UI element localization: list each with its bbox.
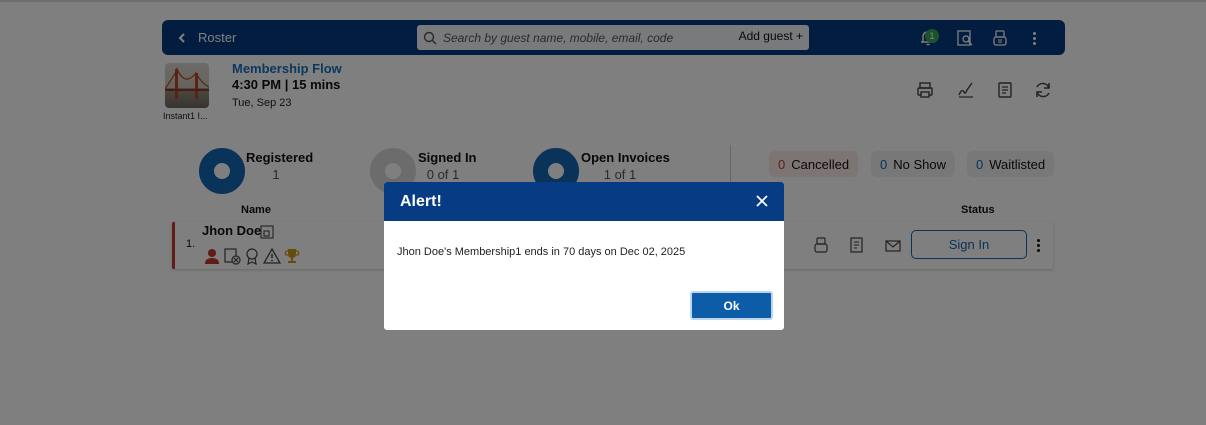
alert-title: Alert! [400, 192, 442, 210]
alert-header: Alert! [384, 182, 784, 221]
ok-button[interactable]: Ok [690, 291, 773, 320]
alert-message: Jhon Doe's Membership1 ends in 70 days o… [397, 246, 686, 258]
alert-dialog: Alert! Jhon Doe's Membership1 ends in 70… [384, 182, 784, 330]
close-icon[interactable] [754, 193, 770, 209]
